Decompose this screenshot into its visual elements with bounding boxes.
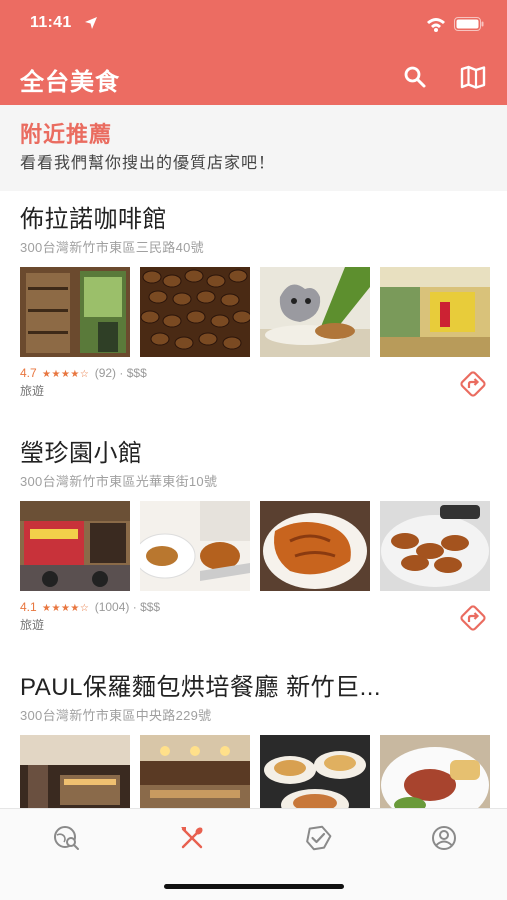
section-subtitle: 看看我們幫你搜出的優質店家吧！ bbox=[20, 155, 276, 172]
price-level: $$$ bbox=[126, 366, 147, 380]
photo-strip[interactable] bbox=[20, 267, 490, 357]
price-level: $$$ bbox=[140, 600, 161, 614]
restaurant-card[interactable]: 瑩珍園小館 300台灣新竹市東區光華東街10號 4.1 ★★★★☆ (1004)… bbox=[0, 433, 507, 653]
profile-icon[interactable] bbox=[429, 823, 459, 853]
restaurant-card[interactable]: PAUL保羅麵包烘培餐廳 新竹巨... 300台灣新竹市東區中央路229號 bbox=[0, 667, 507, 808]
photo-strip[interactable] bbox=[20, 735, 490, 808]
photo-strip[interactable] bbox=[20, 501, 490, 591]
restaurant-photo[interactable] bbox=[20, 735, 130, 808]
directions-icon[interactable] bbox=[458, 369, 488, 399]
status-bar: 11:41 bbox=[0, 0, 507, 50]
review-count: (92) bbox=[94, 366, 117, 380]
restaurant-photo[interactable] bbox=[260, 267, 370, 357]
restaurant-photo[interactable] bbox=[260, 735, 370, 808]
utensils-icon[interactable] bbox=[177, 823, 207, 853]
restaurant-name: 佈拉諾咖啡館 bbox=[20, 206, 167, 233]
explore-icon[interactable] bbox=[52, 823, 82, 853]
wifi-icon bbox=[427, 18, 445, 32]
section-title: 附近推薦 bbox=[20, 122, 113, 147]
restaurant-address: 300台灣新竹市東區中央路229號 bbox=[20, 708, 212, 723]
location-arrow-icon bbox=[85, 17, 97, 29]
restaurant-photo[interactable] bbox=[20, 501, 130, 591]
restaurant-card[interactable]: 佈拉諾咖啡館 300台灣新竹市東區三民路40號 4.7 ★★★★☆ (92) ·… bbox=[0, 199, 507, 419]
rating-score: 4.7 bbox=[20, 366, 37, 380]
directions-icon[interactable] bbox=[458, 603, 488, 633]
search-icon[interactable] bbox=[402, 64, 428, 90]
app-title: 全台美食 bbox=[20, 69, 120, 96]
restaurant-category: 旅遊 bbox=[20, 384, 45, 398]
rating-stars: ★★★★☆ bbox=[42, 603, 90, 614]
restaurant-address: 300台灣新竹市東區光華東街10號 bbox=[20, 474, 218, 489]
review-count: (1004) bbox=[94, 600, 130, 614]
restaurant-photo[interactable] bbox=[140, 501, 250, 591]
restaurant-photo[interactable] bbox=[380, 735, 490, 808]
restaurant-photo[interactable] bbox=[260, 501, 370, 591]
rating-row: 4.7 ★★★★☆ (92) · $$$ bbox=[20, 366, 147, 380]
status-time: 11:41 bbox=[30, 14, 72, 31]
nearby-section-header: 附近推薦 看看我們幫你搜出的優質店家吧！ bbox=[0, 105, 507, 191]
restaurant-address: 300台灣新竹市東區三民路40號 bbox=[20, 240, 204, 255]
restaurant-photo[interactable] bbox=[380, 501, 490, 591]
restaurant-name: PAUL保羅麵包烘培餐廳 新竹巨... bbox=[20, 674, 382, 701]
restaurant-list[interactable]: 佈拉諾咖啡館 300台灣新竹市東區三民路40號 4.7 ★★★★☆ (92) ·… bbox=[0, 191, 507, 808]
restaurant-photo[interactable] bbox=[140, 267, 250, 357]
badge-check-icon[interactable] bbox=[303, 823, 333, 853]
restaurant-category: 旅遊 bbox=[20, 618, 45, 632]
rating-row: 4.1 ★★★★☆ (1004) · $$$ bbox=[20, 600, 160, 614]
restaurant-photo[interactable] bbox=[380, 267, 490, 357]
battery-icon bbox=[454, 17, 484, 31]
restaurant-photo[interactable] bbox=[140, 735, 250, 808]
rating-score: 4.1 bbox=[20, 600, 37, 614]
app-header: 11:41 全台美食 bbox=[0, 0, 507, 105]
restaurant-name: 瑩珍園小館 bbox=[20, 440, 143, 467]
separator-dot: · bbox=[119, 366, 124, 380]
rating-stars: ★★★★☆ bbox=[42, 369, 90, 380]
home-indicator bbox=[164, 884, 344, 889]
restaurant-photo[interactable] bbox=[20, 267, 130, 357]
separator-dot: · bbox=[132, 600, 137, 614]
map-icon[interactable] bbox=[460, 64, 486, 90]
